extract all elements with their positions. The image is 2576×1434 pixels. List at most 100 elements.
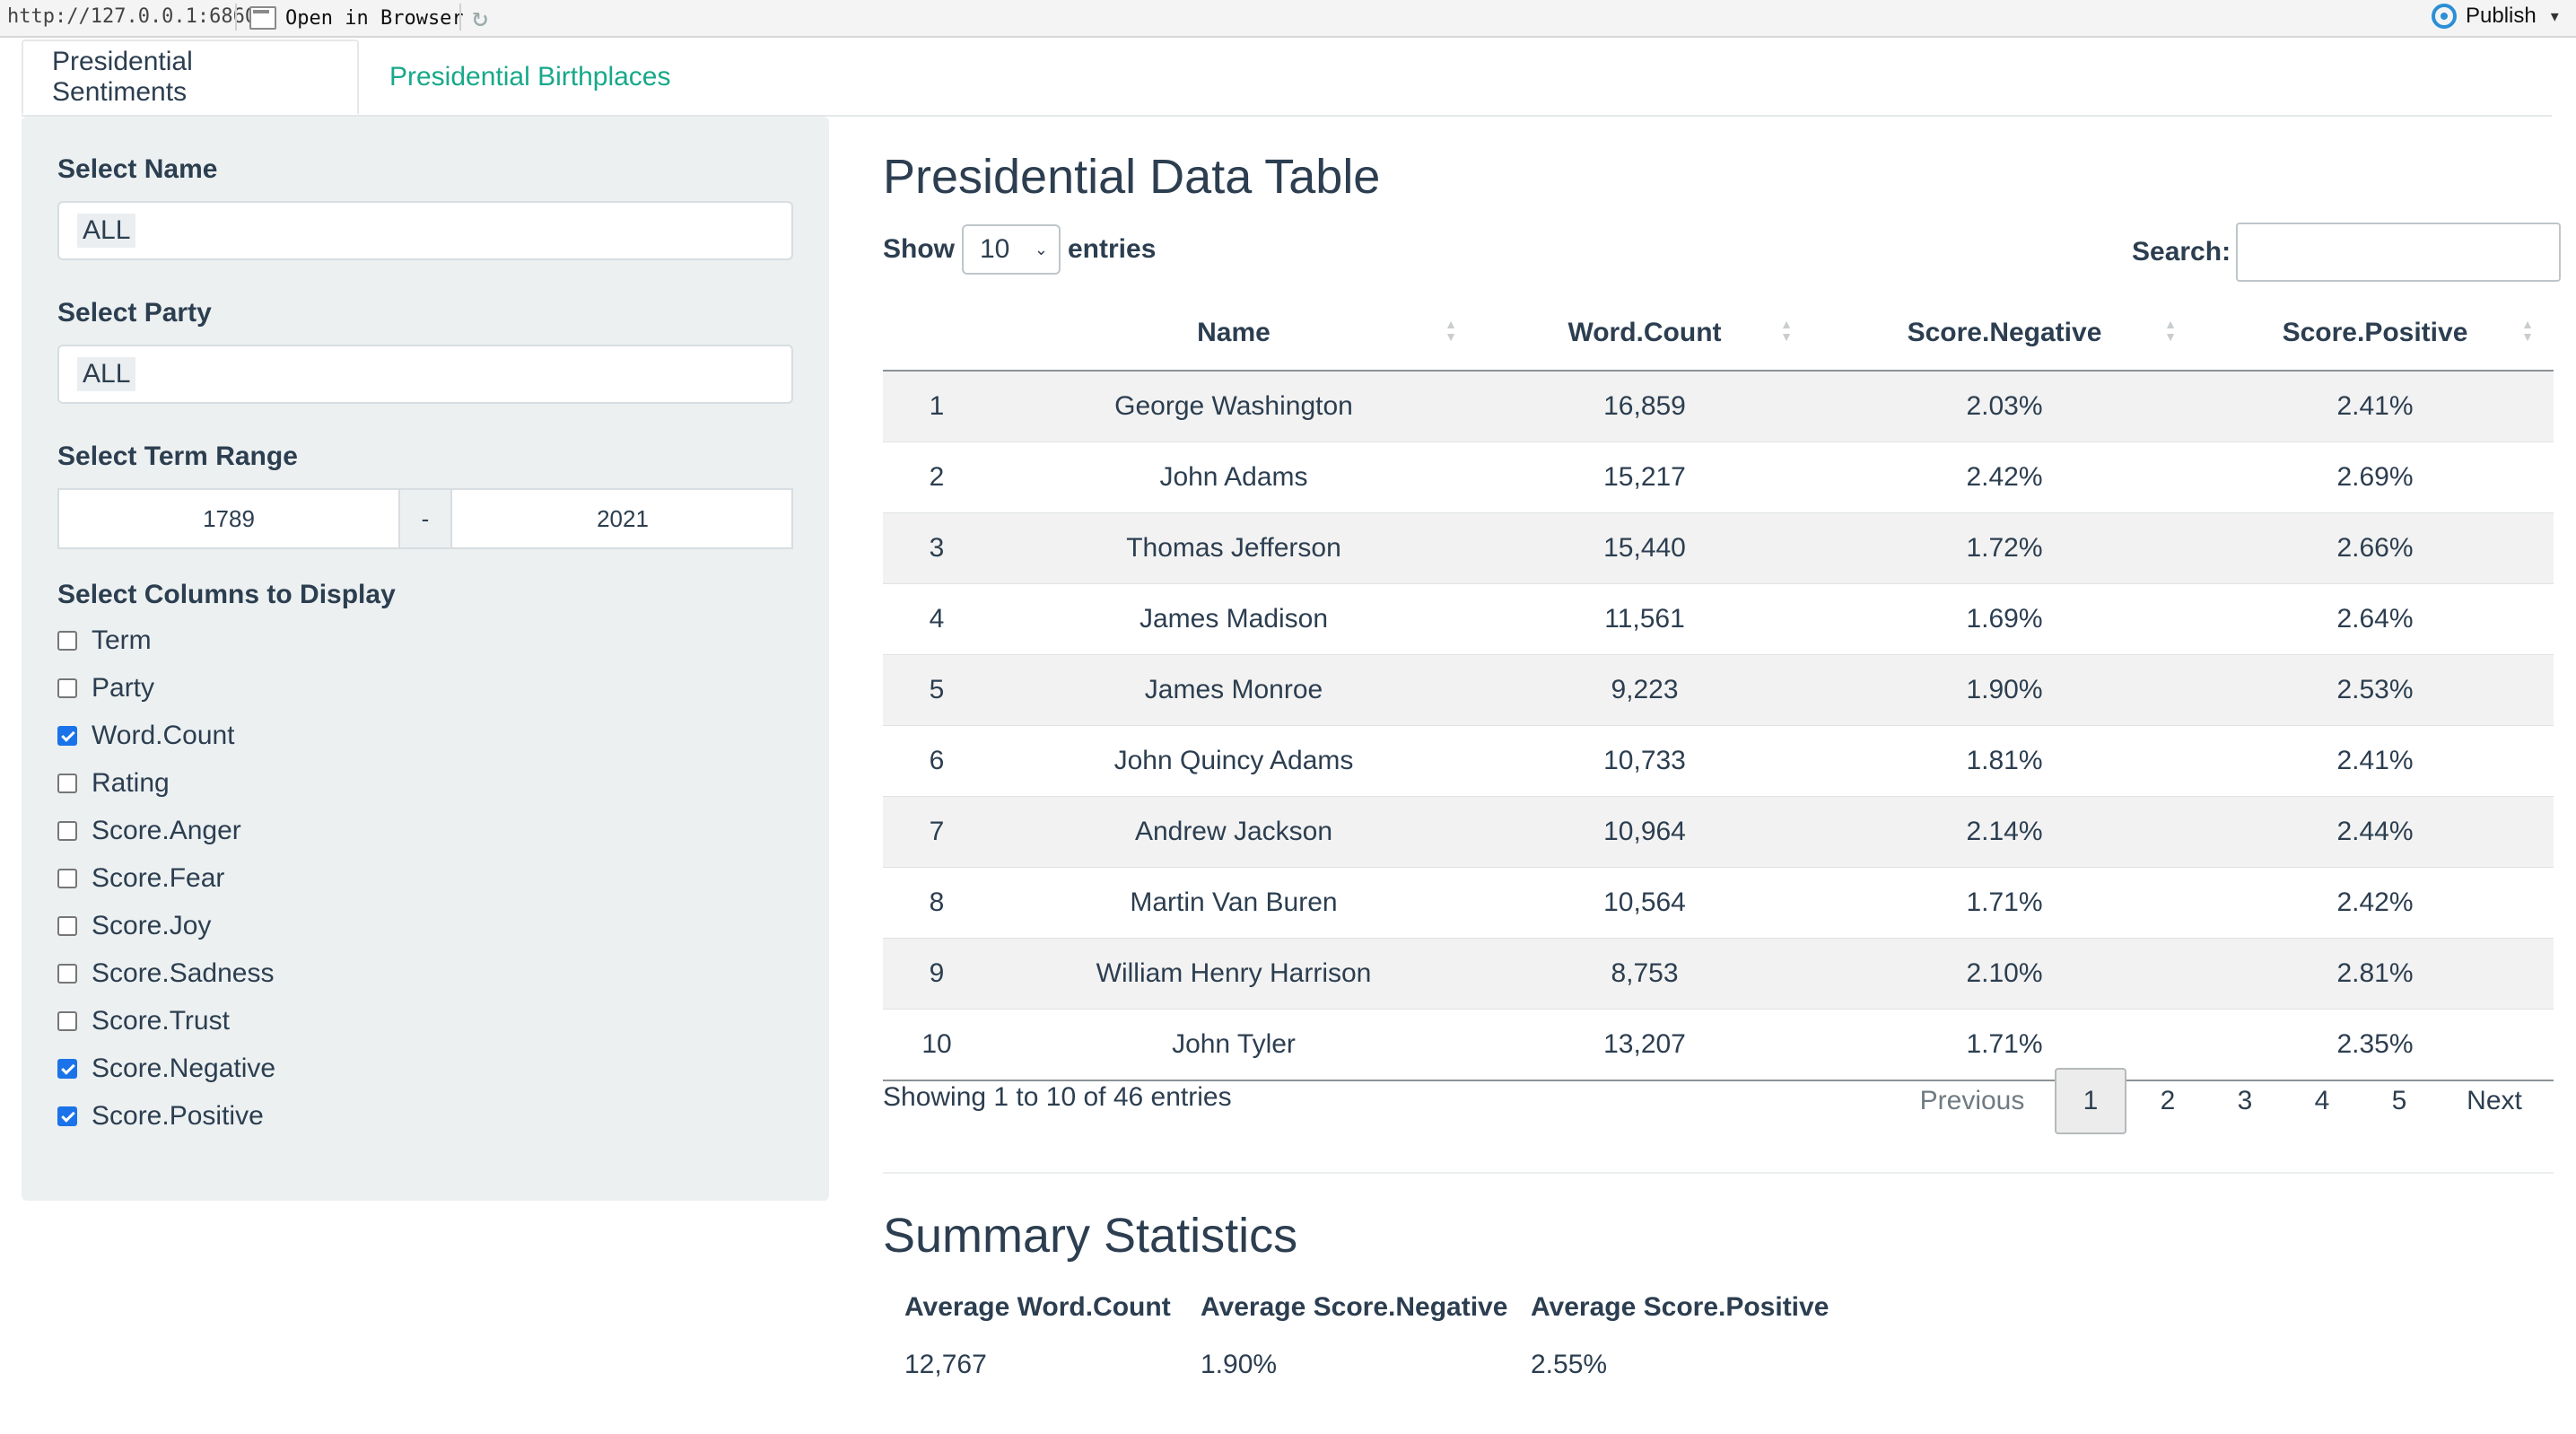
term-end-input[interactable]: 2021: [450, 490, 793, 547]
publish-button[interactable]: Publish ▾: [2432, 4, 2559, 29]
cell-score-positive: 2.41%: [2196, 370, 2554, 442]
cell-name: John Quincy Adams: [991, 725, 1477, 797]
open-in-browser-button[interactable]: Open in Browser: [249, 4, 464, 32]
column-checkbox[interactable]: [57, 1011, 77, 1031]
column-option[interactable]: Score.Sadness: [57, 956, 274, 992]
select-name-input[interactable]: ALL: [57, 201, 793, 260]
cell-name: Martin Van Buren: [991, 867, 1477, 939]
search-input[interactable]: [2236, 223, 2562, 282]
section-divider: [883, 1172, 2554, 1174]
table-body: 1 George Washington 16,859 2.03% 2.41% 2 John …: [883, 370, 2554, 1081]
table-info: Showing 1 to 10 of 46 entries: [883, 1082, 1232, 1112]
header-score-positive[interactable]: Score.Positive ▲ ▼: [2196, 296, 2554, 372]
cell-index: 4: [883, 583, 991, 655]
cell-score-negative: 1.69%: [1812, 583, 2196, 655]
table-row[interactable]: 7 Andrew Jackson 10,964 2.14% 2.44%: [883, 796, 2554, 868]
term-start-input[interactable]: 1789: [59, 490, 400, 547]
cell-score-positive: 2.42%: [2196, 867, 2554, 939]
pagination-next[interactable]: Next: [2441, 1068, 2548, 1134]
cell-score-positive: 2.41%: [2196, 725, 2554, 797]
header-score-positive-label: Score.Positive: [2282, 318, 2468, 347]
cell-index: 9: [883, 938, 991, 1010]
table-row[interactable]: 4 James Madison 11,561 1.69% 2.64%: [883, 583, 2554, 655]
table-row[interactable]: 2 John Adams 15,217 2.42% 2.69%: [883, 442, 2554, 513]
column-option[interactable]: Party: [57, 670, 154, 706]
cell-score-positive: 2.66%: [2196, 512, 2554, 584]
table-row[interactable]: 1 George Washington 16,859 2.03% 2.41%: [883, 370, 2554, 442]
cell-index: 6: [883, 725, 991, 797]
chevron-down-icon: ▾: [2550, 6, 2559, 25]
show-label: Show: [883, 234, 955, 264]
cell-score-positive: 2.44%: [2196, 796, 2554, 868]
select-name-label: Select Name: [57, 154, 218, 184]
table-row[interactable]: 9 William Henry Harrison 8,753 2.10% 2.81%: [883, 938, 2554, 1010]
cell-name: John Adams: [991, 442, 1477, 513]
toolbar-divider: [235, 4, 237, 31]
header-word-count[interactable]: Word.Count ▲ ▼: [1477, 296, 1812, 372]
page-length-control: Show 10 ⌄ entries: [883, 224, 1156, 275]
column-option[interactable]: Score.Fear: [57, 861, 224, 896]
column-option[interactable]: Score.Negative: [57, 1051, 275, 1087]
pagination-page-4[interactable]: 4: [2286, 1068, 2358, 1134]
table-row[interactable]: 3 Thomas Jefferson 15,440 1.72% 2.66%: [883, 512, 2554, 584]
sort-icon: ▲ ▼: [2164, 317, 2177, 344]
term-range-separator: -: [400, 490, 450, 547]
column-option[interactable]: Rating: [57, 765, 170, 801]
cell-index: 5: [883, 654, 991, 726]
summary-value-score-positive: 2.55%: [1531, 1350, 1608, 1379]
refresh-icon[interactable]: ↻: [472, 2, 488, 33]
header-score-negative-label: Score.Negative: [1907, 318, 2102, 347]
column-checkbox[interactable]: [57, 678, 77, 698]
tab-presidential-birthplaces[interactable]: Presidential Birthplaces: [361, 39, 700, 115]
publish-label: Publish: [2466, 4, 2537, 28]
column-checkbox[interactable]: [57, 774, 77, 793]
table-row[interactable]: 8 Martin Van Buren 10,564 1.71% 2.42%: [883, 867, 2554, 939]
cell-score-positive: 2.69%: [2196, 442, 2554, 513]
tab-presidential-sentiments[interactable]: Presidential Sentiments: [22, 39, 359, 115]
pagination-page-2[interactable]: 2: [2132, 1068, 2204, 1134]
summary-header-score-negative: Average Score.Negative: [1201, 1292, 1508, 1322]
sort-icon: ▲ ▼: [1780, 317, 1793, 344]
pagination-page-5[interactable]: 5: [2363, 1068, 2435, 1134]
column-checkbox[interactable]: [57, 821, 77, 841]
entries-select[interactable]: 10 ⌄: [962, 224, 1061, 275]
chevron-down-icon: ⌄: [1034, 240, 1048, 258]
column-checkbox[interactable]: [57, 1059, 77, 1079]
column-checkbox[interactable]: [57, 1106, 77, 1126]
column-option[interactable]: Score.Joy: [57, 908, 211, 944]
cell-score-negative: 1.81%: [1812, 725, 2196, 797]
column-option-label: Term: [92, 625, 152, 655]
summary-header-score-positive: Average Score.Positive: [1531, 1292, 1829, 1322]
table-row[interactable]: 6 John Quincy Adams 10,733 1.81% 2.41%: [883, 725, 2554, 797]
cell-score-negative: 2.03%: [1812, 370, 2196, 442]
table-row[interactable]: 5 James Monroe 9,223 1.90% 2.53%: [883, 654, 2554, 726]
sort-icon: ▲ ▼: [2521, 317, 2534, 344]
column-checkbox[interactable]: [57, 726, 77, 746]
column-option[interactable]: Score.Positive: [57, 1098, 264, 1134]
header-name[interactable]: Name ▲ ▼: [991, 296, 1477, 372]
column-checkbox[interactable]: [57, 916, 77, 936]
header-word-count-label: Word.Count: [1567, 318, 1722, 347]
sidebar-panel: Select Name ALL Select Party ALL Select …: [22, 117, 829, 1201]
column-checkbox[interactable]: [57, 869, 77, 888]
column-option[interactable]: Term: [57, 623, 152, 659]
column-option[interactable]: Score.Anger: [57, 813, 241, 849]
presidential-data-table: Name ▲ ▼ Word.Count ▲ ▼ Score.Negative ▲ ▼ …: [883, 296, 2554, 1081]
header-index: [883, 296, 991, 372]
header-score-negative[interactable]: Score.Negative ▲ ▼: [1812, 296, 2196, 372]
pagination-page-1[interactable]: 1: [2055, 1068, 2126, 1134]
open-in-browser-label: Open in Browser: [285, 6, 464, 30]
cell-name: George Washington: [991, 370, 1477, 442]
pagination-page-3[interactable]: 3: [2209, 1068, 2281, 1134]
cell-score-positive: 2.81%: [2196, 938, 2554, 1010]
column-option[interactable]: Word.Count: [57, 718, 235, 754]
column-checkbox[interactable]: [57, 964, 77, 984]
select-term-range-label: Select Term Range: [57, 442, 298, 471]
cell-score-negative: 1.72%: [1812, 512, 2196, 584]
column-option[interactable]: Score.Trust: [57, 1003, 230, 1039]
sort-icon: ▲ ▼: [1445, 317, 1457, 344]
select-party-input[interactable]: ALL: [57, 345, 793, 404]
pagination-previous[interactable]: Previous: [1900, 1068, 2044, 1134]
column-checkbox[interactable]: [57, 631, 77, 651]
cell-word-count: 15,440: [1477, 512, 1812, 584]
